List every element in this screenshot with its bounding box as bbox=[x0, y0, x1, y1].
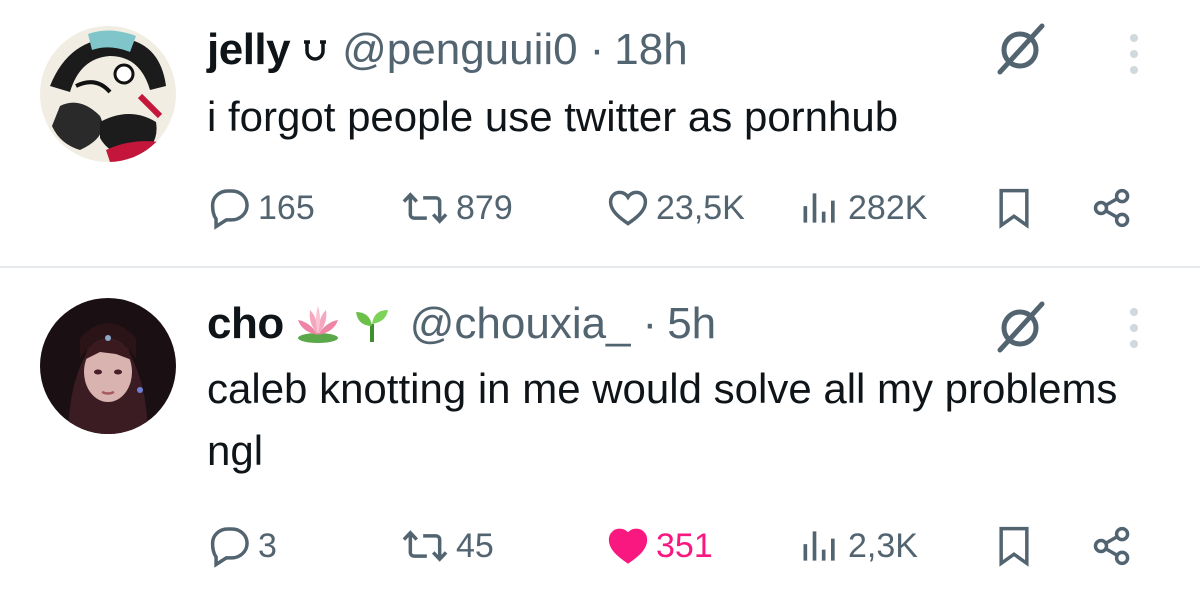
separator-dot: · bbox=[589, 25, 605, 74]
handle[interactable]: @penguuii0 bbox=[342, 22, 578, 78]
more-options-icon[interactable] bbox=[1124, 30, 1144, 78]
tweet[interactable]: cho @chouxia_ · 5h caleb knotting in me … bbox=[0, 268, 1200, 602]
repost-count: 45 bbox=[456, 526, 494, 565]
tweet-text: caleb knotting in me would solve all my … bbox=[207, 365, 1118, 474]
repost-icon bbox=[402, 192, 448, 224]
tweet-text: i forgot people use twitter as pornhub bbox=[207, 93, 899, 140]
share-button[interactable] bbox=[1090, 178, 1134, 238]
share-icon bbox=[1093, 526, 1130, 566]
timestamp[interactable]: 18h bbox=[614, 22, 687, 78]
handle[interactable]: @chouxia_ bbox=[410, 296, 631, 352]
avatar[interactable] bbox=[40, 26, 176, 162]
views-chart-icon bbox=[803, 531, 835, 561]
display-name[interactable]: jelly bbox=[207, 22, 291, 78]
heart-filled-icon bbox=[608, 528, 648, 564]
horseshoe-badge-icon bbox=[302, 37, 328, 63]
grok-icon[interactable] bbox=[990, 296, 1050, 356]
seedling-icon bbox=[352, 304, 392, 344]
reply-icon bbox=[210, 189, 249, 230]
bookmark-icon bbox=[999, 526, 1029, 567]
like-button[interactable]: 23,5K bbox=[606, 178, 745, 238]
reply-button[interactable]: 165 bbox=[208, 178, 315, 238]
share-button[interactable] bbox=[1090, 516, 1134, 576]
views-button[interactable]: 2,3K bbox=[798, 516, 918, 576]
like-count: 351 bbox=[656, 526, 713, 565]
repost-icon bbox=[402, 530, 448, 562]
bookmark-button[interactable] bbox=[994, 516, 1034, 576]
share-icon bbox=[1093, 188, 1130, 228]
action-bar: 3 45 351 2,3K bbox=[0, 516, 1200, 576]
reply-icon bbox=[210, 527, 249, 568]
timeline-feed: jelly @penguuii0 · 18h i forgot people u… bbox=[0, 0, 1200, 602]
repost-count: 879 bbox=[456, 188, 513, 227]
view-count: 2,3K bbox=[848, 526, 918, 565]
avatar[interactable] bbox=[40, 298, 176, 434]
like-button[interactable]: 351 bbox=[606, 516, 713, 576]
heart-icon bbox=[608, 190, 648, 226]
reply-button[interactable]: 3 bbox=[208, 516, 277, 576]
lotus-icon bbox=[294, 304, 342, 344]
avatar-image bbox=[40, 26, 176, 162]
avatar-image bbox=[40, 298, 176, 434]
tweet-header: cho @chouxia_ · 5h bbox=[207, 296, 716, 352]
action-bar: 165 879 23,5K 282K bbox=[0, 178, 1200, 238]
repost-button[interactable]: 879 bbox=[400, 178, 513, 238]
views-button[interactable]: 282K bbox=[798, 178, 927, 238]
name-emoji bbox=[284, 304, 392, 344]
more-options-icon[interactable] bbox=[1124, 304, 1144, 352]
repost-button[interactable]: 45 bbox=[400, 516, 494, 576]
reply-count: 165 bbox=[258, 188, 315, 227]
like-count: 23,5K bbox=[656, 188, 745, 227]
separator-dot: · bbox=[642, 299, 658, 348]
reply-count: 3 bbox=[258, 526, 277, 565]
views-chart-icon bbox=[803, 193, 835, 223]
display-name[interactable]: cho bbox=[207, 296, 284, 352]
tweet[interactable]: jelly @penguuii0 · 18h i forgot people u… bbox=[0, 0, 1200, 266]
tweet-header: jelly @penguuii0 · 18h bbox=[207, 22, 688, 78]
bookmark-button[interactable] bbox=[994, 178, 1034, 238]
timestamp[interactable]: 5h bbox=[667, 296, 716, 352]
grok-icon[interactable] bbox=[990, 18, 1050, 78]
view-count: 282K bbox=[848, 188, 928, 227]
bookmark-icon bbox=[999, 188, 1029, 229]
